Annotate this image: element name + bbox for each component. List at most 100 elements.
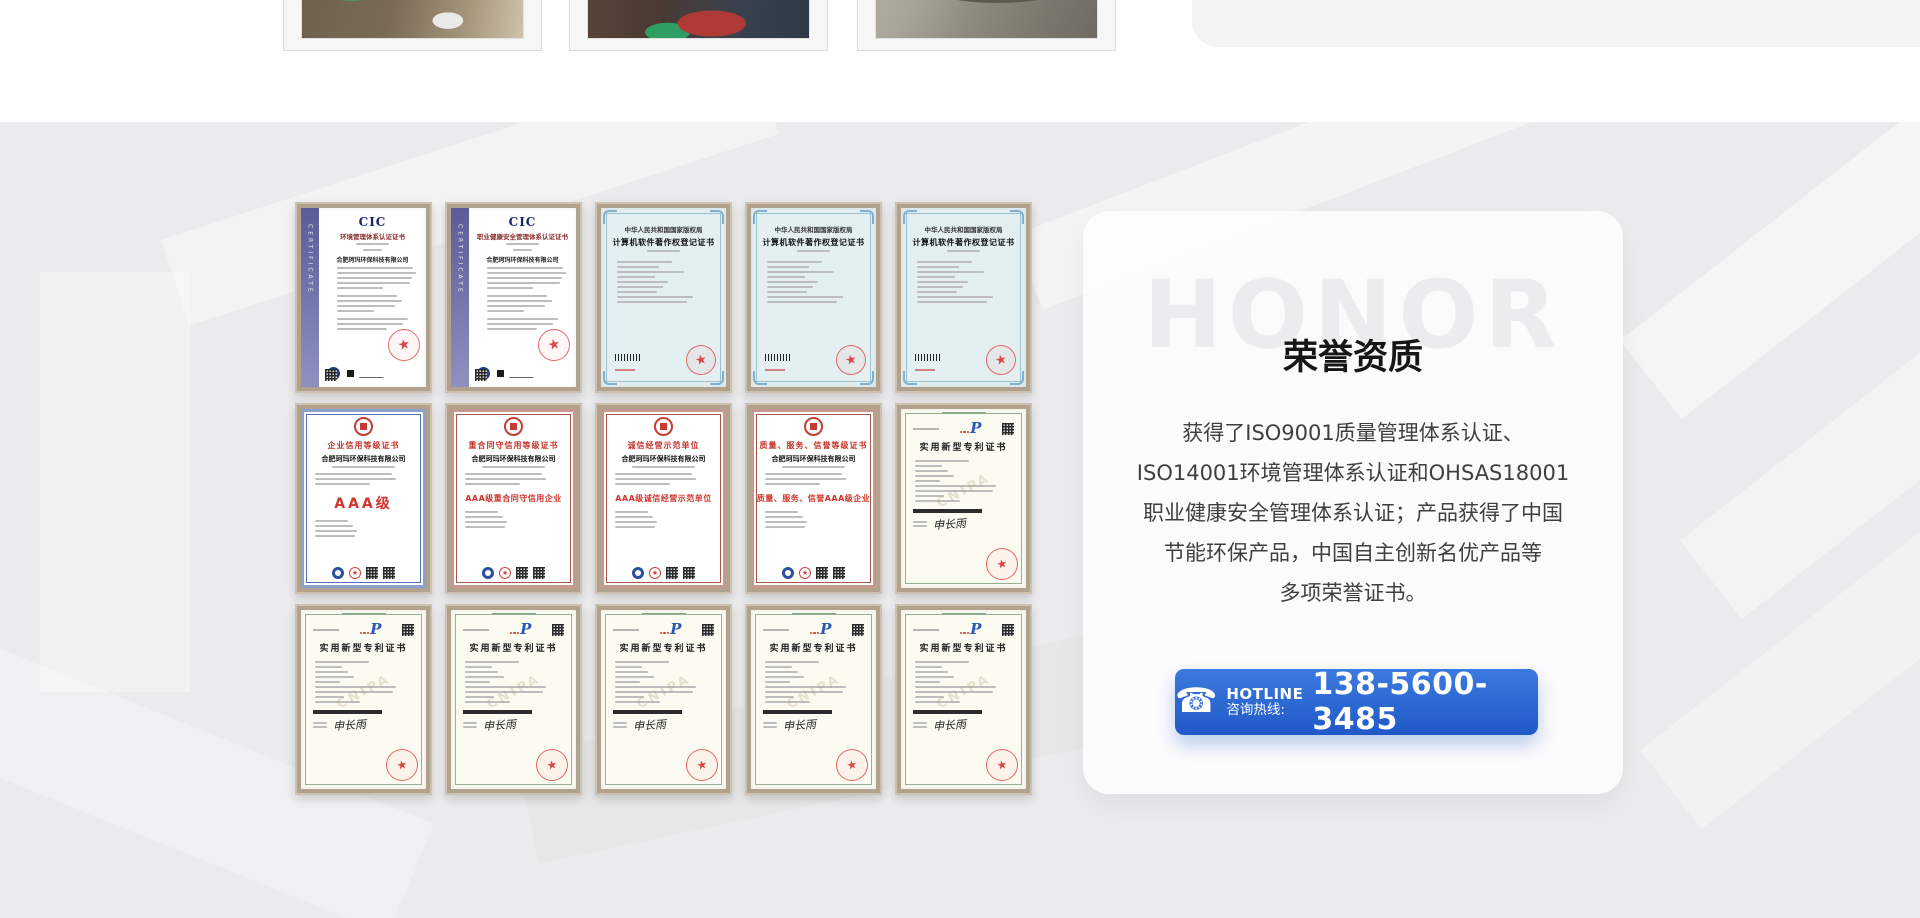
star-icon: ★ xyxy=(995,758,1008,772)
qr-code xyxy=(475,369,487,381)
text-line xyxy=(487,272,566,274)
text-line xyxy=(487,287,533,289)
certificate-paper: CNIPAP实用新型专利证书申长雨★ xyxy=(301,610,426,789)
certificate-thumbnail[interactable]: 重合同守信用等级证书合肥珂玛环保科技有限公司AAA级重合同守信用企业★ xyxy=(445,403,582,594)
gallery-item[interactable] xyxy=(283,0,542,51)
honor-description: 获得了ISO9001质量管理体系认证、ISO14001环境管理体系认证和OHSA… xyxy=(1109,413,1597,613)
scroll-ornament xyxy=(342,611,386,616)
certificate-thumbnail[interactable]: 中华人民共和国国家版权局计算机软件著作权登记证书★ xyxy=(745,202,882,393)
construction-photo-3 xyxy=(875,0,1098,39)
honor-description-line: 获得了ISO9001质量管理体系认证、 xyxy=(1109,413,1597,453)
cert-title: 职业健康安全管理体系认证证书 xyxy=(477,231,568,241)
cic-certificate-band: CERTIFICATE xyxy=(301,208,319,387)
certificate-paper: CNIPAP实用新型专利证书申长雨★ xyxy=(901,409,1026,588)
certificate-thumbnail[interactable]: CNIPAP实用新型专利证书申长雨★ xyxy=(895,604,1032,795)
certificate-paper: 中华人民共和国国家版权局计算机软件著作权登记证书★ xyxy=(901,208,1026,387)
certificate-paper: CNIPAP实用新型专利证书申长雨★ xyxy=(601,610,726,789)
company-name: 合肥珂玛环保科技有限公司 xyxy=(486,255,558,264)
certificate-thumbnail[interactable]: CNIPAP实用新型专利证书申长雨★ xyxy=(445,604,582,795)
star-icon: ★ xyxy=(694,352,708,367)
certificate-thumbnail[interactable]: CERTIFICATE CIC环境管理体系认证证书合肥珂玛环保科技有限公司★ xyxy=(295,202,432,393)
star-icon: ★ xyxy=(546,337,561,353)
construction-photo-1 xyxy=(301,0,524,39)
text-lines xyxy=(325,264,420,292)
certificate-thumbnail[interactable]: CNIPAP实用新型专利证书申长雨★ xyxy=(295,604,432,795)
text-lines xyxy=(325,292,420,315)
text-line xyxy=(337,272,416,274)
text-line xyxy=(363,249,382,251)
certificate-paper: 诚信经营示范单位合肥珂玛环保科技有限公司AAA级诚信经营示范单位★ xyxy=(601,409,726,588)
cert-footer xyxy=(325,367,420,383)
certificate-paper: CERTIFICATE CIC 职业健康安全管理体系认证证书合肥珂玛环保科技有限公司… xyxy=(451,208,576,387)
corner-ornament xyxy=(710,371,724,385)
text-line xyxy=(337,282,410,284)
honor-description-line: 节能环保产品，中国自主创新名优产品等 xyxy=(1109,533,1597,573)
text-line xyxy=(487,328,537,330)
certificate-paper: 企业信用等级证书合肥珂玛环保科技有限公司AAA级★ xyxy=(301,409,426,588)
scroll-ornament xyxy=(492,611,536,616)
text-line xyxy=(487,323,553,325)
certificate-paper: 中华人民共和国国家版权局计算机软件著作权登记证书★ xyxy=(751,208,876,387)
gallery-item[interactable] xyxy=(569,0,828,51)
star-icon: ★ xyxy=(396,337,411,353)
section-title: 荣誉资质 xyxy=(1083,329,1623,380)
certificate-number xyxy=(915,369,935,371)
cic-certificate-band: CERTIFICATE xyxy=(451,208,469,387)
corner-ornament xyxy=(753,210,767,224)
text-line xyxy=(337,323,403,325)
certificate-paper: CNIPAP实用新型专利证书申长雨★ xyxy=(751,610,876,789)
gallery-item[interactable] xyxy=(857,0,1116,51)
commissioner-signature: 申长雨 xyxy=(932,515,966,533)
cic-logo: CIC xyxy=(359,215,387,229)
text-line xyxy=(487,318,558,320)
hotline-label-zh: 咨询热线: xyxy=(1226,702,1303,718)
cic-band-label: CERTIFICATE xyxy=(307,224,314,295)
text-line xyxy=(337,267,413,269)
text-line xyxy=(337,287,383,289)
cert-footer xyxy=(475,367,570,383)
cic-body: CIC环境管理体系认证证书合肥珂玛环保科技有限公司 xyxy=(319,208,426,387)
text-lines xyxy=(475,292,570,315)
text-line xyxy=(337,310,374,312)
corner-ornament xyxy=(753,371,767,385)
certificate-paper: 中华人民共和国国家版权局计算机软件著作权登记证书★ xyxy=(601,208,726,387)
text-line xyxy=(487,305,545,307)
certificate-thumbnail[interactable]: 质量、服务、信誉等级证书合肥珂玛环保科技有限公司质量、服务、信誉AAA级企业★ xyxy=(745,403,882,594)
certificate-thumbnail[interactable]: CNIPAP实用新型专利证书申长雨★ xyxy=(745,604,882,795)
barcode xyxy=(765,354,791,361)
certificate-thumbnail[interactable]: 中华人民共和国国家版权局计算机软件著作权登记证书★ xyxy=(595,202,732,393)
certificate-thumbnail[interactable]: CNIPAP实用新型专利证书申长雨★ xyxy=(895,403,1032,594)
certificate-thumbnail[interactable]: CERTIFICATE CIC 职业健康安全管理体系认证证书合肥珂玛环保科技有限公司… xyxy=(445,202,582,393)
text-line xyxy=(487,295,547,297)
scroll-ornament xyxy=(942,410,986,415)
certificate-thumbnail[interactable]: 中华人民共和国国家版权局计算机软件著作权登记证书★ xyxy=(895,202,1032,393)
certificate-thumbnail[interactable]: 企业信用等级证书合肥珂玛环保科技有限公司AAA级★ xyxy=(295,403,432,594)
text-line xyxy=(487,267,563,269)
honor-description-line: ISO14001环境管理体系认证和OHSAS18001 xyxy=(1109,453,1597,493)
text-line xyxy=(487,277,562,279)
corner-ornament xyxy=(1010,371,1024,385)
text-line xyxy=(337,300,402,302)
corner-ornament xyxy=(603,371,617,385)
certificate-number xyxy=(615,369,635,371)
certificate-grid: CERTIFICATECIC环境管理体系认证证书合肥珂玛环保科技有限公司★CER… xyxy=(295,202,1032,795)
certificate-thumbnail[interactable]: CNIPAP实用新型专利证书申长雨★ xyxy=(595,604,732,795)
barcode xyxy=(915,354,941,361)
scroll-ornament xyxy=(942,611,986,616)
text-line xyxy=(513,249,532,251)
star-icon: ★ xyxy=(395,758,408,772)
certificate-thumbnail[interactable]: 诚信经营示范单位合肥珂玛环保科技有限公司AAA级诚信经营示范单位★ xyxy=(595,403,732,594)
corner-ornament xyxy=(603,210,617,224)
text-lines xyxy=(475,264,570,292)
hotline-button[interactable]: ☎ HOTLINE 咨询热线: 138-5600-3485 xyxy=(1175,669,1538,735)
star-icon: ★ xyxy=(994,352,1008,367)
star-icon: ★ xyxy=(844,352,858,367)
text-line xyxy=(337,305,395,307)
inner-border xyxy=(756,414,871,583)
certificate-paper: CERTIFICATE CIC环境管理体系认证证书合肥珂玛环保科技有限公司★ xyxy=(301,208,426,387)
text-line xyxy=(337,328,387,330)
star-icon: ★ xyxy=(695,758,708,772)
hotline-number: 138-5600-3485 xyxy=(1312,667,1538,737)
text-line xyxy=(506,243,538,245)
cic-logo: CIC xyxy=(509,215,537,229)
